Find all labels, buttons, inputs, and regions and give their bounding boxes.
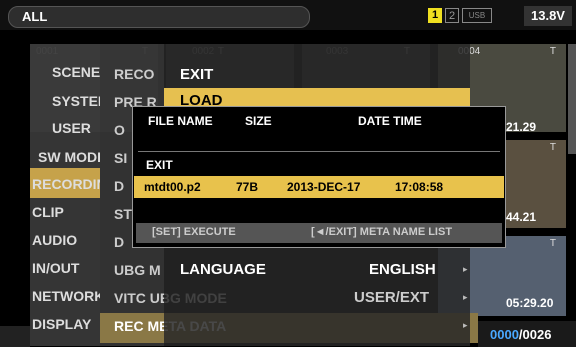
- menu-item-scene[interactable]: SCENE: [52, 64, 100, 80]
- file-size: 77B: [236, 180, 259, 194]
- file-date: 2013-DEC-17: [287, 180, 361, 194]
- menu-item-in-out[interactable]: IN/OUT: [32, 260, 79, 276]
- clip-type: T: [549, 238, 556, 249]
- submenu-item[interactable]: ST: [114, 206, 132, 222]
- menu-item-display[interactable]: DISPLAY: [32, 316, 91, 332]
- file-name: mtdt00.p2: [144, 180, 201, 194]
- meta-name-list-hint: [◄/EXIT] META NAME LIST: [311, 226, 453, 238]
- column-header-date-time: DATE TIME: [358, 114, 422, 128]
- menu-item-recording[interactable]: RECORDING: [32, 176, 100, 192]
- scrollbar[interactable]: [568, 44, 576, 154]
- slot-1-indicator: 1: [428, 8, 442, 23]
- submenu-item-ubg-mode[interactable]: UBG M: [114, 262, 161, 278]
- menu-item-network[interactable]: NETWORK: [32, 288, 100, 304]
- submenu-item[interactable]: D: [114, 234, 124, 250]
- battery-voltage: 13.8V: [524, 6, 572, 26]
- dialog-exit[interactable]: EXIT: [146, 158, 173, 172]
- menu-item-user[interactable]: USER: [52, 120, 91, 136]
- filter-label: ALL: [22, 9, 48, 24]
- menu-item-system[interactable]: SYSTEM: [52, 93, 100, 109]
- vitc-ubg-mode-value: USER/EXT: [354, 289, 430, 306]
- menu-item-clip[interactable]: CLIP: [32, 204, 64, 220]
- thumbnail-timecode: 05:29.20: [506, 296, 554, 310]
- filter-pill[interactable]: [8, 6, 310, 28]
- submenu-item[interactable]: RECO: [114, 66, 154, 82]
- thumbnail-timecode: 44.21: [506, 210, 537, 224]
- menu-item-sw-mode[interactable]: SW MODE: [38, 149, 100, 165]
- file-time: 17:08:58: [395, 180, 444, 194]
- submenu-item[interactable]: D: [114, 178, 124, 194]
- divider: [138, 151, 500, 152]
- chevron-right-icon: ▸: [463, 320, 468, 330]
- usb-indicator: USB: [462, 8, 492, 23]
- clip-counter-total: /0026: [518, 327, 552, 342]
- clip-counter-text: 0000/0026: [490, 327, 551, 342]
- slot-2-indicator: 2: [445, 8, 459, 23]
- bottom-left-indicator: [0, 326, 30, 347]
- execute-hint: [SET] EXECUTE: [152, 226, 236, 238]
- clip-type: T: [549, 142, 556, 153]
- menu-item-exit[interactable]: EXIT: [180, 66, 213, 83]
- column-header-file-name: FILE NAME: [148, 114, 213, 128]
- menu-item-audio[interactable]: AUDIO: [32, 232, 77, 248]
- submenu-item[interactable]: O: [114, 122, 125, 138]
- menu-item-language[interactable]: LANGUAGE: [180, 261, 266, 278]
- chevron-right-icon: ▸: [463, 264, 468, 274]
- category-list: SCENE SYSTEM USER SW MODE RECORDING CLIP…: [30, 44, 100, 346]
- column-header-size: SIZE: [245, 114, 272, 128]
- clip-type: T: [549, 46, 556, 57]
- chevron-right-icon: ▸: [463, 292, 468, 302]
- submenu-item[interactable]: SI: [114, 150, 127, 166]
- thumbnail-timecode: 21.29: [506, 120, 537, 134]
- clip-counter-current: 0000: [490, 327, 519, 342]
- language-value: ENGLISH: [369, 261, 436, 278]
